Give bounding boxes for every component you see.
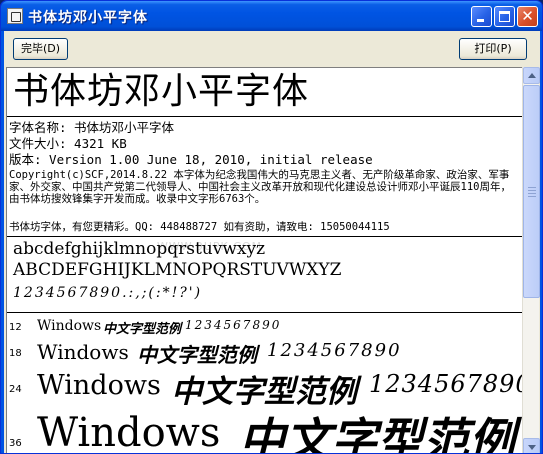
close-icon: ✕ xyxy=(521,7,534,25)
contact-line: 书体坊字体，有您更精彩。QQ: 448488727 如有资助，请致电: 1505… xyxy=(9,221,390,233)
digits-sample: 1234567890 xyxy=(185,318,282,332)
version-line: 版本: Version 1.00 June 18, 2010, initial … xyxy=(9,152,373,167)
grip-line xyxy=(528,190,536,191)
divider xyxy=(7,116,522,117)
window-client-area: 完毕(D) 打印(P) 书体坊邓小平字体 字体名称: 书体坊邓小平字体 文件大小… xyxy=(4,31,540,454)
scroll-down-arrow-icon[interactable] xyxy=(523,438,540,453)
han-sample: 中文字型范例 xyxy=(239,413,515,454)
close-button[interactable]: ✕ xyxy=(517,6,538,27)
han-sample: 中文字型范例 xyxy=(103,322,182,337)
font-viewer-window: 书体坊邓小平字体 ✕ 完毕(D) 打印(P) 书体坊邓小平字体 字体名称: 书体… xyxy=(0,0,543,454)
lowercase-sample: abcdefghijklmnopqrstuvwxyz xyxy=(13,239,266,259)
size-row-36: 36 Windows 中文字型范例 1234567890 xyxy=(7,408,522,454)
digits-sample: 1234567890.:,;(:*!?') xyxy=(13,285,203,301)
scroll-up-arrow-icon[interactable] xyxy=(523,67,540,84)
scrollbar-thumb[interactable] xyxy=(523,85,540,298)
uppercase-sample: ABCDEFGHIJKLMNOPQRSTUVWXYZ xyxy=(13,260,342,280)
copyright-text: Copyright(c)SCF,2014.8.22 本字体为纪念我国伟大的马克思… xyxy=(9,169,511,205)
minimize-button[interactable] xyxy=(471,6,492,27)
minimize-icon xyxy=(477,19,484,22)
done-button[interactable]: 完毕(D) xyxy=(13,38,68,60)
grip-line xyxy=(528,193,536,194)
grip-line xyxy=(528,196,536,197)
size-row-18: 18 Windows 中文字型范例 1234567890 xyxy=(7,338,522,367)
divider xyxy=(7,236,522,237)
font-file-icon xyxy=(7,8,23,24)
maximize-button[interactable] xyxy=(494,6,515,27)
font-name-line: 字体名称: 书体坊邓小平字体 xyxy=(9,120,175,135)
size-row-24: 24 Windows 中文字型范例 1234567890 xyxy=(7,366,522,410)
latin-sample: Windows xyxy=(37,318,102,334)
size-label: 36 xyxy=(9,438,22,449)
size-label: 12 xyxy=(9,322,22,333)
grip-line xyxy=(528,187,536,188)
title-bar[interactable]: 书体坊邓小平字体 ✕ xyxy=(1,1,542,31)
size-label: 24 xyxy=(9,384,22,395)
divider xyxy=(7,312,522,313)
latin-sample: Windows xyxy=(37,410,221,454)
window-title: 书体坊邓小平字体 xyxy=(28,10,148,26)
latin-sample: Windows xyxy=(37,370,161,401)
print-button[interactable]: 打印(P) xyxy=(459,38,527,60)
maximize-icon xyxy=(499,11,510,22)
font-display-name: 书体坊邓小平字体 xyxy=(13,71,310,112)
latin-sample: Windows xyxy=(37,340,129,364)
digits-sample: 1234567890 xyxy=(369,370,522,398)
digits-sample: 1234567890 xyxy=(267,340,402,361)
size-label: 18 xyxy=(9,348,22,359)
han-sample: 中文字型范例 xyxy=(137,343,257,367)
file-size-line: 文件大小: 4321 KB xyxy=(9,136,127,151)
size-row-12: 12 Windows 中文字型范例 1234567890 xyxy=(7,317,522,337)
vertical-scrollbar[interactable] xyxy=(522,67,540,453)
font-preview-pane[interactable]: 书体坊邓小平字体 字体名称: 书体坊邓小平字体 文件大小: 4321 KB 版本… xyxy=(6,67,522,454)
